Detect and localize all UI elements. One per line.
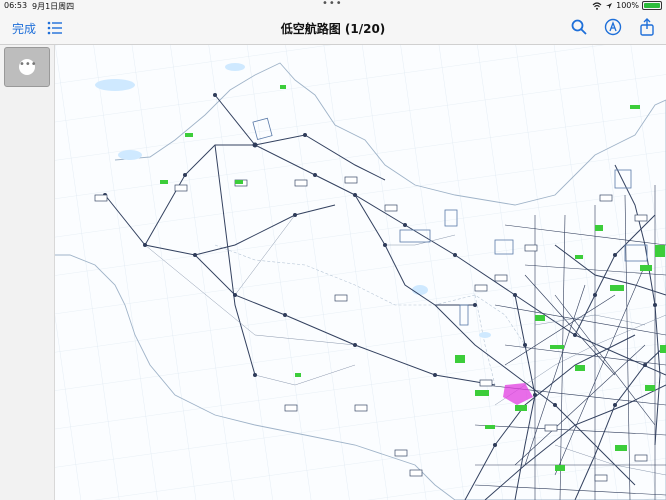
- status-bar: 06:53 9月1日周四 ••• 100%: [0, 0, 666, 12]
- toolbar: 完成 低空航路图 (1/20): [0, 12, 666, 45]
- page-thumbnail-sidebar: •••: [0, 45, 55, 500]
- location-icon: [606, 2, 613, 9]
- status-right: 100%: [592, 1, 662, 10]
- battery-icon: [642, 1, 662, 10]
- more-icon[interactable]: •••: [19, 59, 37, 75]
- chart-canvas: [55, 45, 666, 500]
- markup-pen-icon[interactable]: [604, 18, 622, 36]
- multitasking-dots-icon[interactable]: •••: [322, 0, 343, 9]
- battery-percent: 100%: [616, 1, 639, 10]
- page-thumbnail[interactable]: •••: [4, 47, 50, 87]
- search-icon[interactable]: [570, 18, 588, 36]
- aeronautical-chart-map[interactable]: [55, 45, 666, 500]
- wifi-icon: [592, 1, 602, 10]
- status-date: 9月1日周四: [32, 2, 75, 11]
- share-icon[interactable]: [638, 18, 656, 36]
- lat-lon-grid: [55, 45, 666, 500]
- document-title: 低空航路图 (1/20): [280, 22, 386, 36]
- status-time: 06:53: [4, 1, 28, 10]
